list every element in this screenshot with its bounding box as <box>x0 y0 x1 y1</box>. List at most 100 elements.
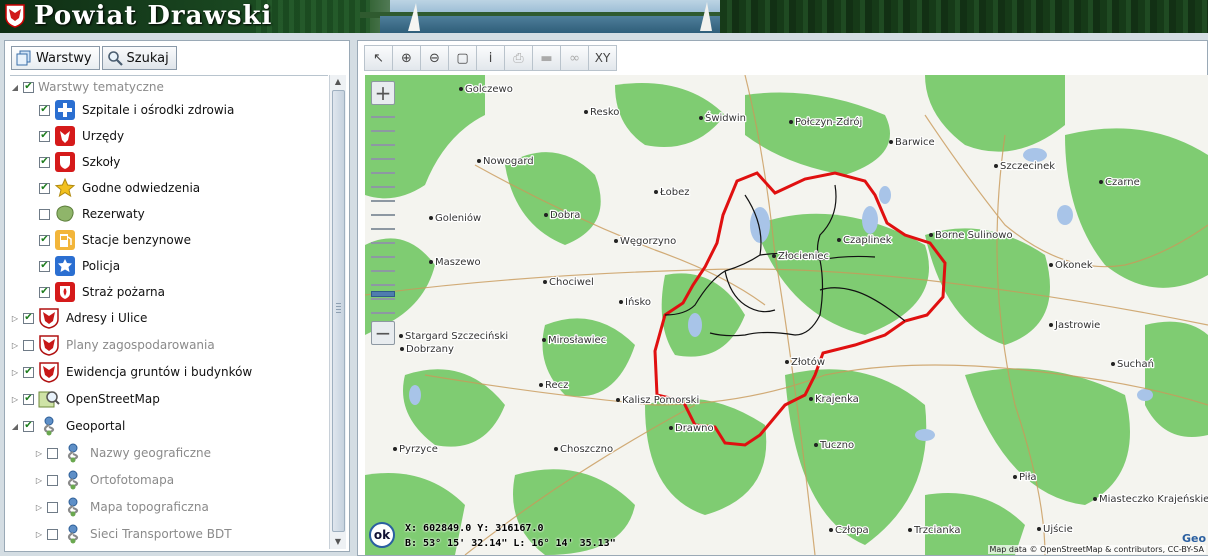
place-label: Jastrowie <box>1054 320 1100 331</box>
layer-row[interactable]: ◢ ✔ Geoportal <box>10 413 125 439</box>
select-tool-button[interactable]: ↖ <box>364 45 393 71</box>
place-label: Maszewo <box>435 257 481 268</box>
layer-row[interactable]: ▷ ✔ OpenStreetMap <box>10 386 160 412</box>
layer-row[interactable]: ✔ Policja <box>26 253 120 279</box>
layer-checkbox[interactable] <box>39 208 50 220</box>
layer-checkbox[interactable]: ✔ <box>39 156 50 168</box>
layer-row[interactable]: ✔ Straż pożarna <box>26 279 165 305</box>
layer-row[interactable]: Rezerwaty <box>26 201 145 227</box>
star-icon <box>54 177 76 199</box>
collapse-arrow-icon[interactable]: ◢ <box>10 422 20 431</box>
town-dot-icon <box>1049 323 1053 327</box>
zoom-out-button[interactable]: − <box>371 321 395 345</box>
town-dot-icon <box>929 233 933 237</box>
link-tool-button[interactable]: ∞ <box>560 45 589 71</box>
measure-tool-button[interactable]: ▬ <box>532 45 561 71</box>
layer-checkbox[interactable]: ✔ <box>39 234 50 246</box>
zoom-slider[interactable] <box>371 107 395 319</box>
layer-row[interactable]: ▷ Plany zagospodarowania <box>10 332 215 358</box>
layer-label: Adresy i Ulice <box>66 311 148 325</box>
layer-checkbox[interactable]: ✔ <box>23 420 34 432</box>
scroll-down-icon[interactable]: ▼ <box>330 535 346 549</box>
layer-row[interactable]: ✔ Stacje benzynowe <box>26 227 191 253</box>
place-label: Piła <box>1019 472 1037 483</box>
layer-checkbox[interactable]: ✔ <box>39 130 50 142</box>
expand-arrow-icon[interactable]: ▷ <box>10 314 20 323</box>
ok-button[interactable]: ok <box>369 522 395 548</box>
tab-warstwy[interactable]: Warstwy <box>11 46 100 70</box>
coat-of-arms-icon <box>38 307 60 329</box>
layer-tree-scrollbar[interactable]: ▲ ▼ <box>329 75 346 549</box>
place-label: Borne Sulinowo <box>935 230 1013 241</box>
scrollbar-thumb[interactable] <box>332 90 345 532</box>
layer-checkbox[interactable]: ✔ <box>23 393 34 405</box>
layer-row[interactable]: ✔ Godne odwiedzenia <box>26 175 200 201</box>
info-tool-button[interactable]: i <box>476 45 505 71</box>
layer-row[interactable]: ✔ Szpitale i ośrodki zdrowia <box>26 97 234 123</box>
expand-arrow-icon[interactable]: ▷ <box>34 530 44 539</box>
layer-checkbox[interactable]: ✔ <box>39 182 50 194</box>
expand-arrow-icon[interactable]: ▷ <box>10 341 20 350</box>
layer-row[interactable]: ▷ Mapa topograficzna <box>34 494 209 520</box>
town-dot-icon <box>837 238 841 242</box>
layer-row[interactable]: ▷ Sieci Transportowe BDT <box>34 521 232 547</box>
layer-checkbox[interactable]: ✔ <box>39 260 50 272</box>
map-image: Golczewo Resko Świdwin Połczyn-Zdrój Barwice… <box>365 75 1208 555</box>
layer-label: Sieci Transportowe BDT <box>90 527 232 541</box>
expand-arrow-icon[interactable]: ▷ <box>34 503 44 512</box>
expand-arrow-icon[interactable]: ▷ <box>34 449 44 458</box>
place-label: Tuczno <box>819 440 854 451</box>
layer-checkbox[interactable]: ✔ <box>39 104 50 116</box>
layer-row[interactable]: ▷ ✔ Adresy i Ulice <box>10 305 147 331</box>
zoom-in-tool-button[interactable]: ⊕ <box>392 45 421 71</box>
scroll-up-icon[interactable]: ▲ <box>330 75 346 89</box>
geoportal-icon <box>38 415 60 437</box>
layer-row[interactable]: ✔ Urzędy <box>26 123 124 149</box>
layer-checkbox[interactable] <box>47 447 58 459</box>
town-dot-icon <box>1037 527 1041 531</box>
layer-row[interactable]: ▷ ✔ Ewidencja gruntów i budynków <box>10 359 252 385</box>
layer-checkbox[interactable]: ✔ <box>39 286 50 298</box>
arrow-cursor-icon: ↖ <box>373 50 384 66</box>
place-label: Nowogard <box>483 156 534 167</box>
expand-arrow-icon[interactable]: ▷ <box>10 395 20 404</box>
zoom-in-icon: ⊕ <box>401 50 412 66</box>
map-canvas[interactable]: Golczewo Resko Świdwin Połczyn-Zdrój Barwice… <box>365 75 1208 555</box>
place-label: Stargard Szczeciński <box>405 330 508 342</box>
expand-arrow-icon[interactable]: ▷ <box>34 476 44 485</box>
zoom-out-tool-button[interactable]: ⊖ <box>420 45 449 71</box>
zoom-extent-tool-button[interactable]: ▢ <box>448 45 477 71</box>
coordinate-readout: X: 602849.0 Y: 316167.0 B: 53° 15' 32.14… <box>405 521 616 551</box>
layer-tree: ◢ ✔ Warstwy tematyczne ✔ Szpitale i ośrodki … <box>10 75 328 550</box>
layer-checkbox[interactable] <box>47 528 58 540</box>
layer-checkbox[interactable]: ✔ <box>23 312 34 324</box>
map-panel: ↖ ⊕ ⊖ ▢ i ⎙ ▬ ∞ XY Golczewo Resko Świdwi… <box>357 40 1208 556</box>
layer-checkbox[interactable] <box>47 501 58 513</box>
layer-label: Godne odwiedzenia <box>82 181 201 195</box>
town-dot-icon <box>1013 475 1017 479</box>
town-dot-icon <box>789 120 793 124</box>
layer-checkbox[interactable] <box>23 339 34 351</box>
town-dot-icon <box>539 383 543 387</box>
expand-arrow-icon[interactable]: ▷ <box>10 368 20 377</box>
place-label: Trzcianka <box>913 525 960 536</box>
town-dot-icon <box>619 300 623 304</box>
town-dot-icon <box>829 528 833 532</box>
tab-szukaj[interactable]: Szukaj <box>101 46 177 70</box>
layer-row[interactable]: ▷ Nazwy geograficzne <box>34 440 211 466</box>
zoom-in-button[interactable]: + <box>371 81 395 105</box>
town-dot-icon <box>669 426 673 430</box>
place-label: Węgorzyno <box>620 236 676 247</box>
xy-tool-button[interactable]: XY <box>588 45 617 71</box>
layer-checkbox[interactable]: ✔ <box>23 366 34 378</box>
zoom-slider-knob[interactable] <box>371 291 395 297</box>
town-dot-icon <box>399 334 403 338</box>
collapse-arrow-icon[interactable]: ◢ <box>10 83 20 92</box>
layer-checkbox[interactable] <box>47 474 58 486</box>
print-tool-button[interactable]: ⎙ <box>504 45 533 71</box>
layer-label: Policja <box>82 259 121 273</box>
layer-row[interactable]: ▷ Ortofotomapa <box>34 467 174 493</box>
layer-checkbox[interactable]: ✔ <box>23 81 34 93</box>
layer-row[interactable]: ✔ Szkoły <box>26 149 120 175</box>
layer-label: Mapa topograficzna <box>90 500 209 514</box>
